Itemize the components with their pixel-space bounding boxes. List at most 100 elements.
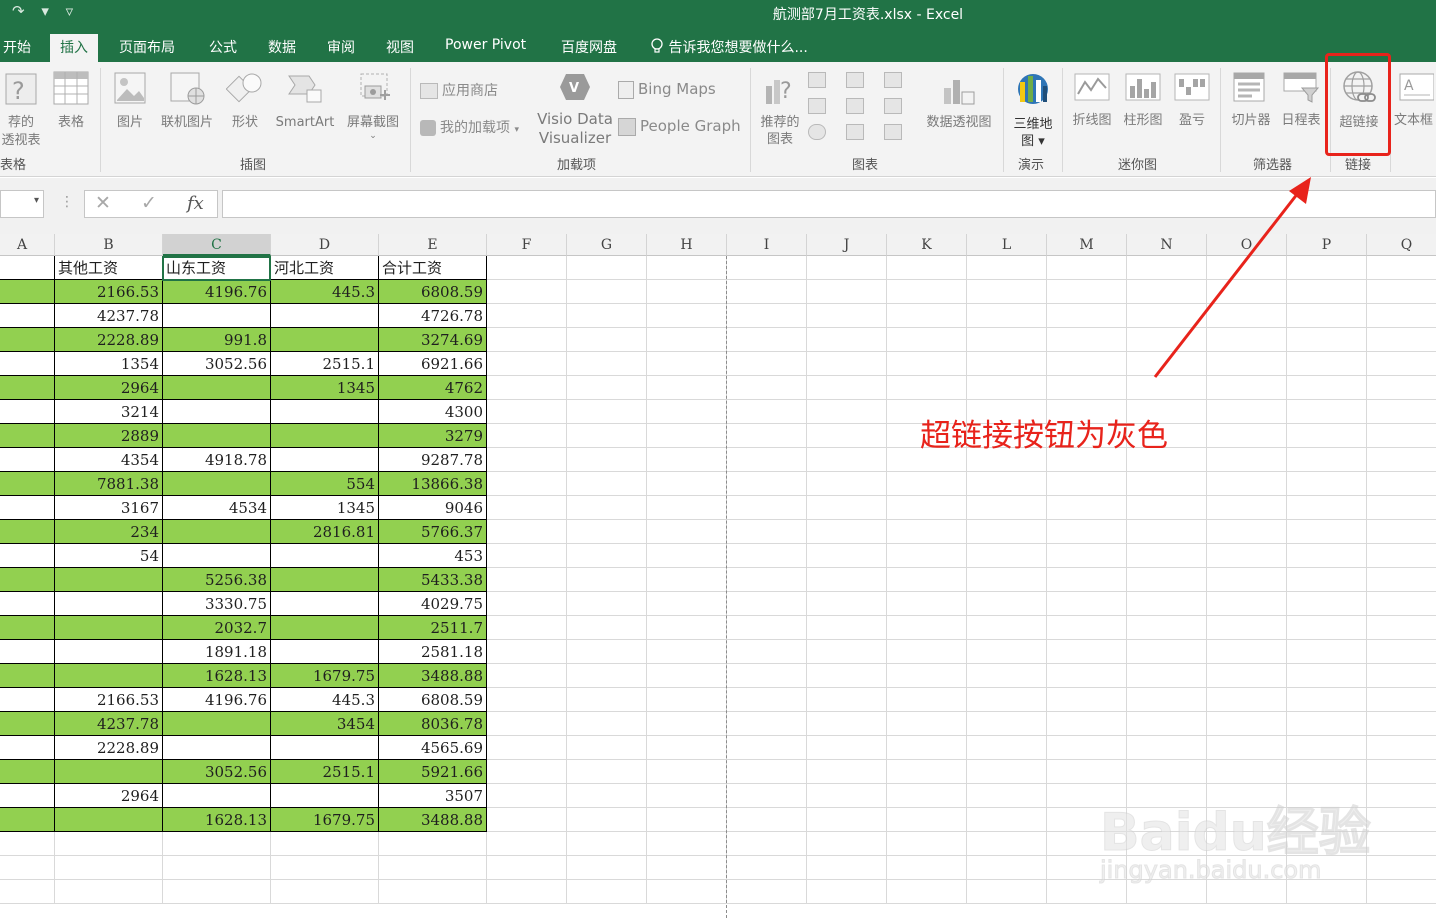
cell-q[interactable] — [1367, 352, 1436, 376]
tab-page-layout[interactable]: 页面布局 — [119, 37, 175, 57]
cell-c[interactable]: 1891.18 — [163, 640, 271, 664]
cell-e[interactable]: 5766.37 — [379, 520, 487, 544]
cell-q[interactable] — [1367, 640, 1436, 664]
cell-b[interactable] — [55, 760, 163, 784]
cell-l[interactable] — [967, 520, 1047, 544]
cell-i[interactable] — [727, 808, 807, 832]
cell-p[interactable] — [1287, 376, 1367, 400]
cell-l[interactable] — [967, 760, 1047, 784]
cell-q[interactable] — [1367, 256, 1436, 280]
3d-map-button[interactable]: 三维地 图 ▾ — [1008, 70, 1058, 150]
cell-f[interactable] — [487, 712, 567, 736]
cell-o[interactable] — [1207, 280, 1287, 304]
cell-h[interactable] — [647, 400, 727, 424]
cell-q[interactable] — [1367, 592, 1436, 616]
cell-a[interactable] — [0, 832, 55, 856]
cell-j[interactable] — [807, 256, 887, 280]
column-header-h[interactable]: H — [647, 234, 727, 256]
cell-c[interactable] — [163, 472, 271, 496]
cell-a[interactable] — [0, 280, 55, 304]
tab-review[interactable]: 审阅 — [327, 37, 355, 57]
cell-d[interactable]: 554 — [271, 472, 379, 496]
bing-maps-button[interactable]: Bing Maps — [618, 80, 716, 99]
cell-l[interactable] — [967, 664, 1047, 688]
cell-i[interactable] — [727, 328, 807, 352]
cell-c[interactable] — [163, 856, 271, 880]
cell-c[interactable]: 4196.76 — [163, 280, 271, 304]
cell-a[interactable] — [0, 376, 55, 400]
cell-n[interactable] — [1127, 688, 1207, 712]
cell-a[interactable] — [0, 448, 55, 472]
cell-j[interactable] — [807, 304, 887, 328]
cell-p[interactable] — [1287, 688, 1367, 712]
cell-d[interactable] — [271, 880, 379, 904]
cell-e[interactable]: 3488.88 — [379, 664, 487, 688]
line-chart-icon[interactable] — [808, 98, 826, 114]
cell-b[interactable]: 2228.89 — [55, 736, 163, 760]
cell-i[interactable] — [727, 256, 807, 280]
cell-n[interactable] — [1127, 712, 1207, 736]
check-icon[interactable]: ✓ — [141, 192, 157, 214]
cell-d[interactable]: 3454 — [271, 712, 379, 736]
cell-o[interactable] — [1207, 400, 1287, 424]
cell-h[interactable] — [647, 496, 727, 520]
cell-h[interactable] — [647, 280, 727, 304]
cell-d[interactable]: 河北工资 — [271, 256, 379, 280]
cell-o[interactable] — [1207, 328, 1287, 352]
cell-c[interactable] — [163, 400, 271, 424]
column-header-q[interactable]: Q — [1367, 234, 1436, 256]
cell-j[interactable] — [807, 688, 887, 712]
cell-k[interactable] — [887, 736, 967, 760]
column-header-g[interactable]: G — [567, 234, 647, 256]
cell-i[interactable] — [727, 424, 807, 448]
cell-d[interactable] — [271, 544, 379, 568]
cell-f[interactable] — [487, 688, 567, 712]
tab-data[interactable]: 数据 — [268, 37, 296, 57]
waterfall-chart-icon[interactable] — [884, 72, 902, 88]
cell-o[interactable] — [1207, 424, 1287, 448]
cell-a[interactable] — [0, 664, 55, 688]
cell-g[interactable] — [567, 304, 647, 328]
cell-a[interactable] — [0, 616, 55, 640]
cell-l[interactable] — [967, 328, 1047, 352]
cell-g[interactable] — [567, 256, 647, 280]
cell-j[interactable] — [807, 808, 887, 832]
cell-d[interactable]: 445.3 — [271, 280, 379, 304]
pivottable-button[interactable]: ? 荐的 透视表 — [0, 72, 46, 150]
cell-h[interactable] — [647, 712, 727, 736]
cell-e[interactable]: 6921.66 — [379, 352, 487, 376]
cell-c[interactable]: 3052.56 — [163, 352, 271, 376]
cell-b[interactable] — [55, 856, 163, 880]
cell-e[interactable]: 3488.88 — [379, 808, 487, 832]
cell-j[interactable] — [807, 472, 887, 496]
cell-a[interactable] — [0, 520, 55, 544]
cell-h[interactable] — [647, 328, 727, 352]
cell-a[interactable] — [0, 496, 55, 520]
cell-i[interactable] — [727, 664, 807, 688]
cell-j[interactable] — [807, 832, 887, 856]
cell-h[interactable] — [647, 520, 727, 544]
cell-g[interactable] — [567, 736, 647, 760]
tab-baidu-netdisk[interactable]: 百度网盘 — [561, 37, 617, 57]
cell-q[interactable] — [1367, 280, 1436, 304]
cell-q[interactable] — [1367, 736, 1436, 760]
cell-g[interactable] — [567, 784, 647, 808]
cell-c[interactable] — [163, 376, 271, 400]
cell-b[interactable] — [55, 616, 163, 640]
cell-k[interactable] — [887, 256, 967, 280]
cell-j[interactable] — [807, 712, 887, 736]
cell-e[interactable]: 2581.18 — [379, 640, 487, 664]
tab-home[interactable]: 开始 — [3, 37, 31, 57]
cell-e[interactable]: 合计工资 — [379, 256, 487, 280]
cell-c[interactable] — [163, 736, 271, 760]
cell-l[interactable] — [967, 496, 1047, 520]
cell-c[interactable]: 4534 — [163, 496, 271, 520]
cell-h[interactable] — [647, 808, 727, 832]
cell-f[interactable] — [487, 496, 567, 520]
cell-k[interactable] — [887, 712, 967, 736]
cell-k[interactable] — [887, 520, 967, 544]
cell-f[interactable] — [487, 568, 567, 592]
cell-m[interactable] — [1047, 256, 1127, 280]
combo-chart-icon[interactable] — [884, 98, 902, 114]
cell-p[interactable] — [1287, 448, 1367, 472]
